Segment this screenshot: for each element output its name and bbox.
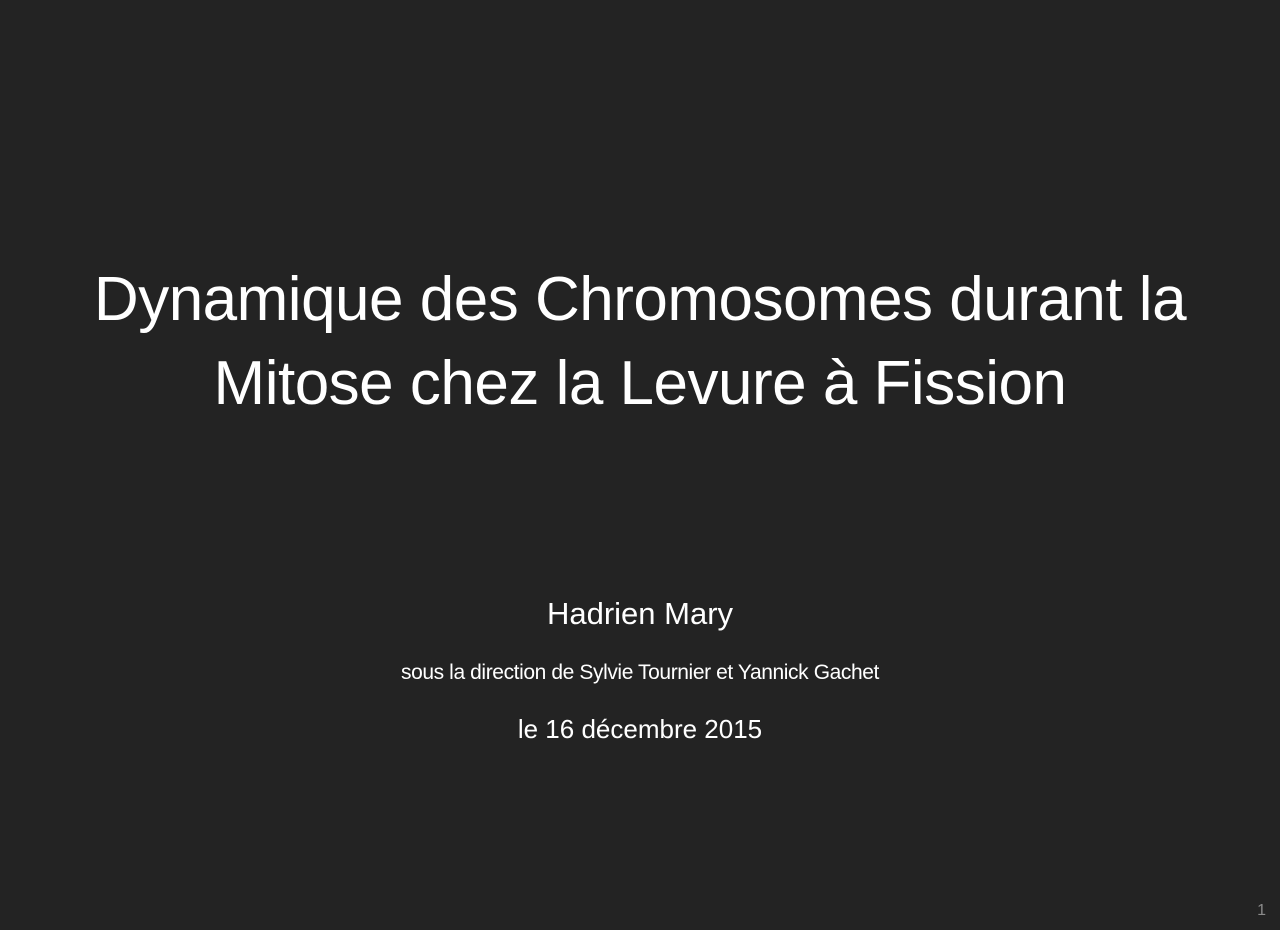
supervisors-line: sous la direction de Sylvie Tournier et … <box>400 661 879 684</box>
slide-title: Dynamique des Chromosomes durant la Mito… <box>20 258 1260 426</box>
slide-title-line-2: Mitose chez la Levure à Fission <box>213 349 1067 418</box>
presentation-date: le 16 décembre 2015 <box>517 714 763 744</box>
author-name: Hadrien Mary <box>546 596 734 631</box>
slide-title-line-1: Dynamique des Chromosomes durant la <box>93 265 1187 334</box>
title-slide[interactable]: Dynamique des Chromosomes durant la Mito… <box>0 0 1280 930</box>
page-number: 1 <box>1257 902 1266 919</box>
